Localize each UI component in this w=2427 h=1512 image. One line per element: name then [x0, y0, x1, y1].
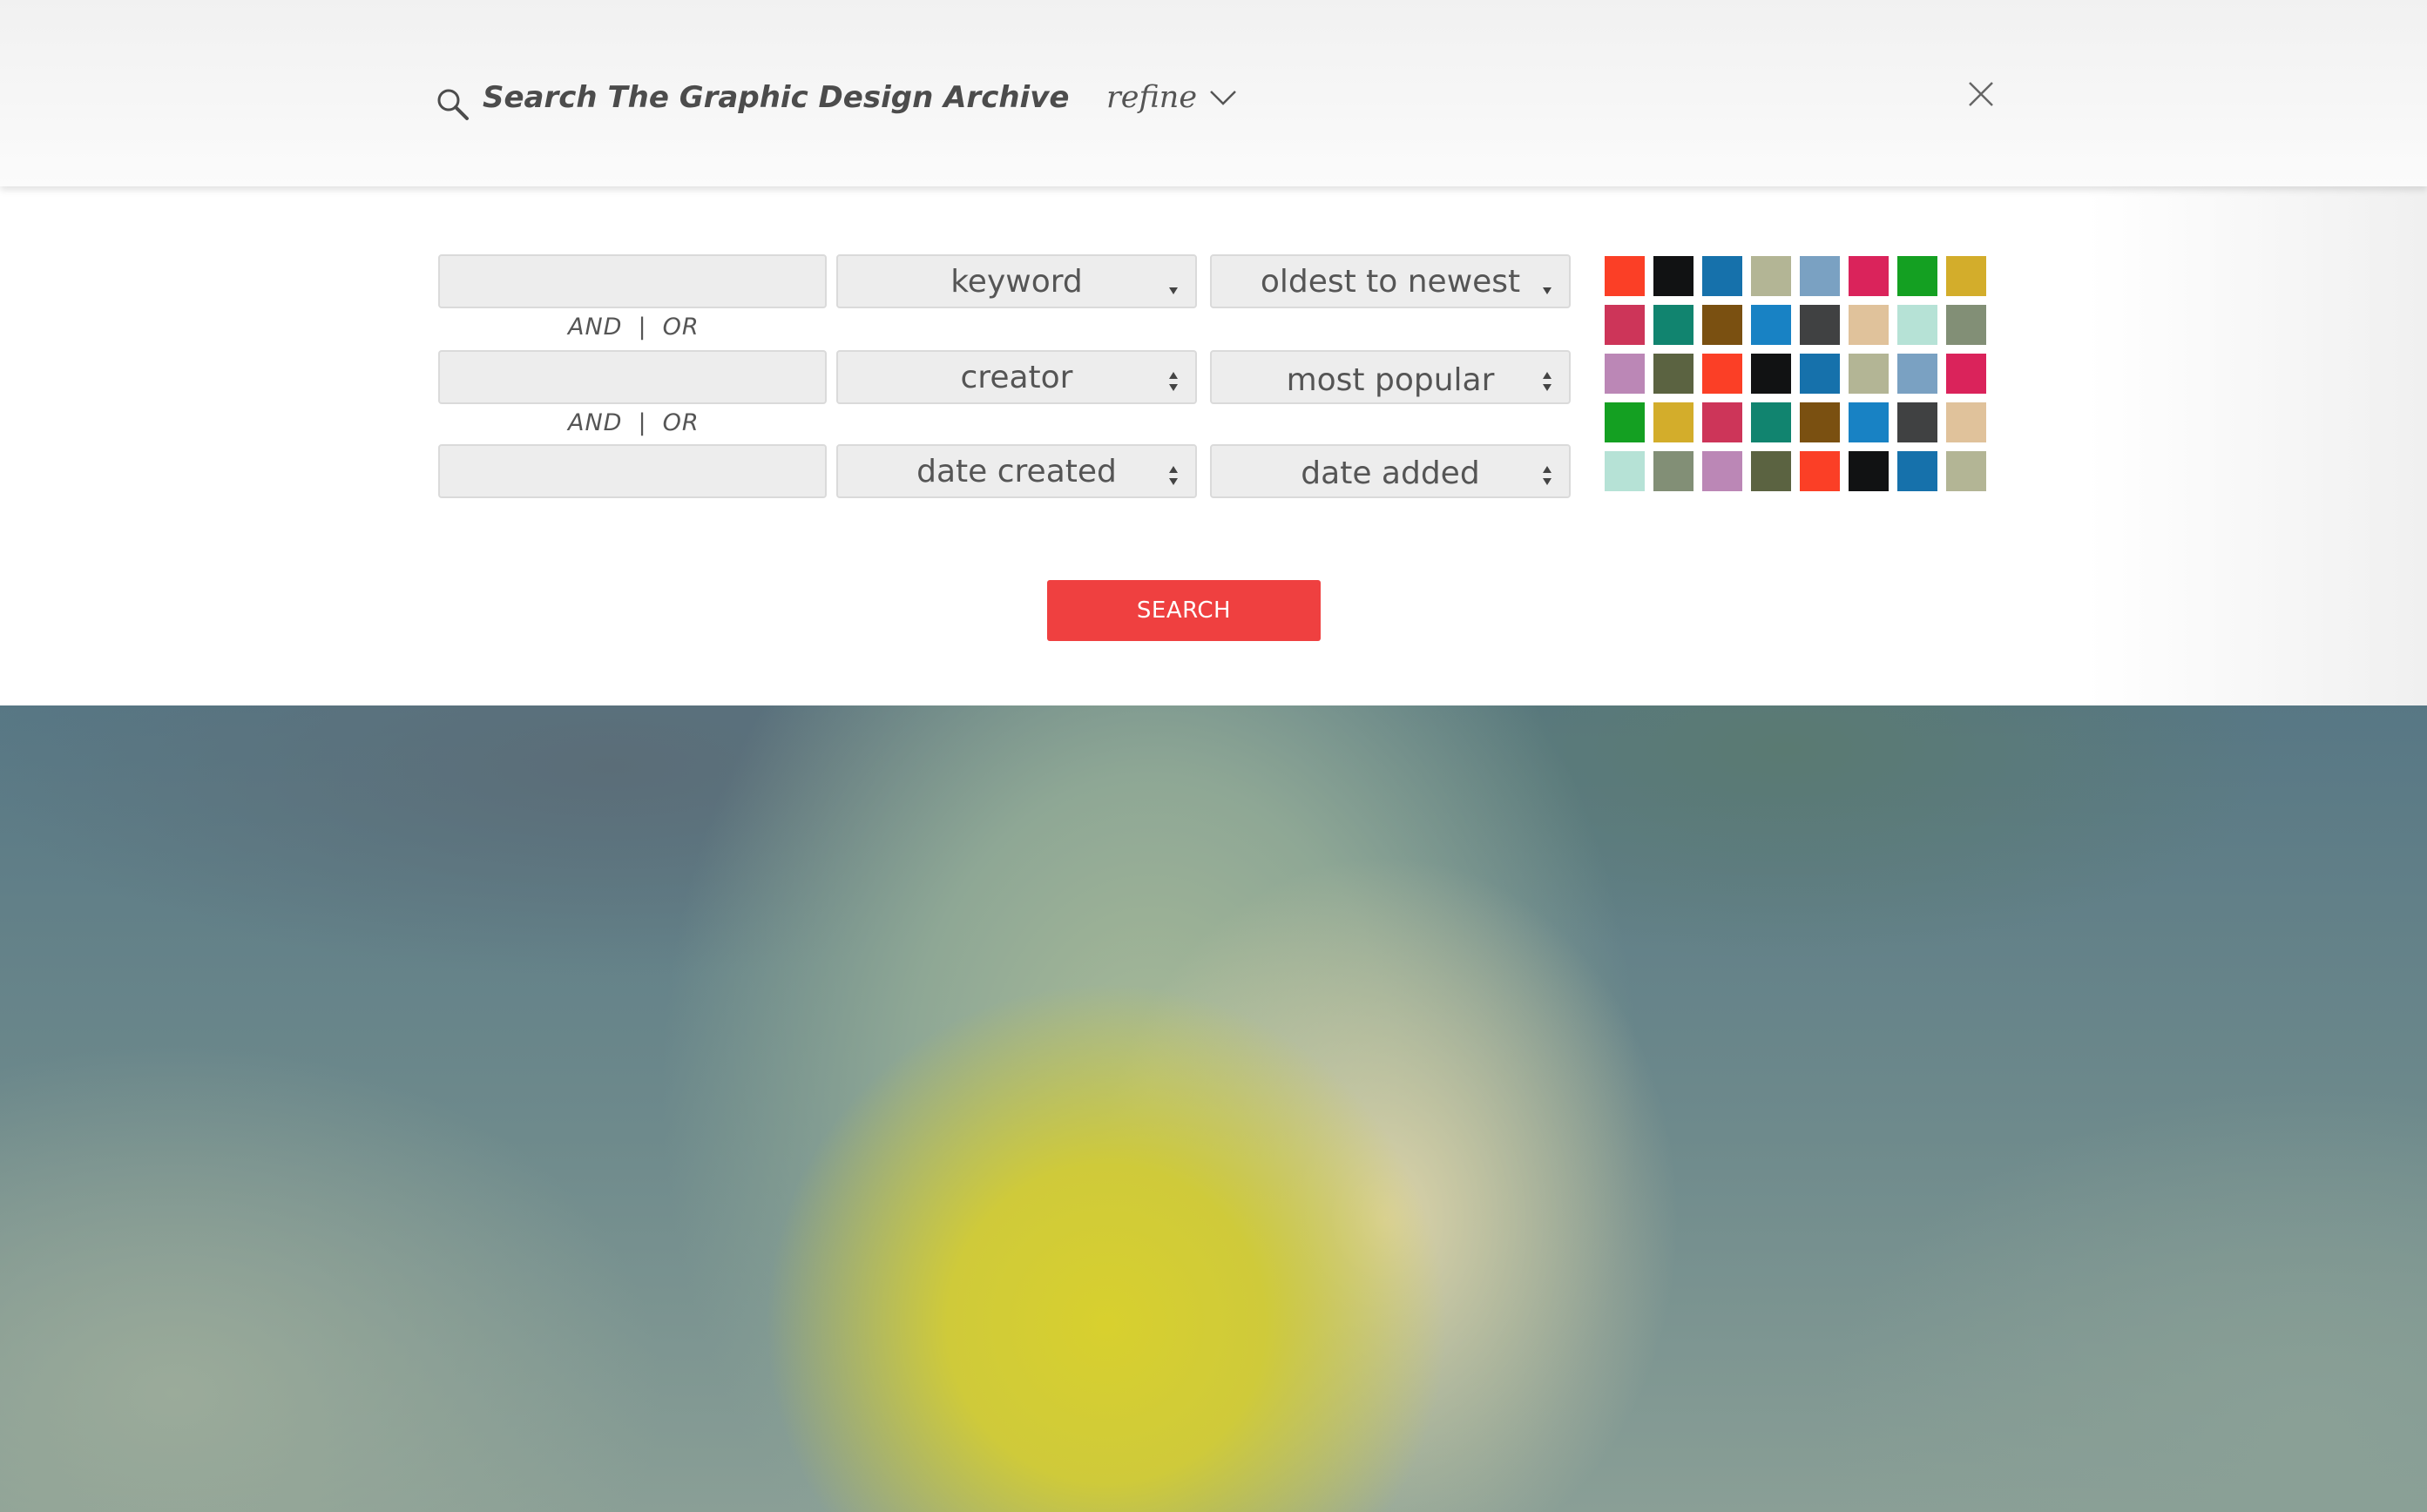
updown-arrow-icon	[1543, 372, 1552, 391]
color-swatch[interactable]	[1653, 256, 1693, 296]
color-swatch[interactable]	[1800, 305, 1840, 345]
field-select-2[interactable]: creator	[836, 350, 1197, 404]
color-swatch[interactable]	[1897, 305, 1937, 345]
color-swatch[interactable]	[1800, 451, 1840, 491]
color-swatch[interactable]	[1849, 305, 1889, 345]
color-swatch[interactable]	[1751, 354, 1791, 394]
color-swatch[interactable]	[1605, 451, 1645, 491]
color-swatch[interactable]	[1653, 305, 1693, 345]
color-swatch[interactable]	[1702, 305, 1742, 345]
color-swatch[interactable]	[1751, 402, 1791, 442]
color-swatch[interactable]	[1702, 256, 1742, 296]
updown-arrow-icon	[1169, 372, 1178, 391]
color-swatch[interactable]	[1653, 354, 1693, 394]
sort-select-1[interactable]: oldest to newest	[1210, 254, 1571, 308]
color-swatch[interactable]	[1653, 402, 1693, 442]
search-button[interactable]: SEARCH	[1047, 580, 1321, 641]
color-swatch[interactable]	[1897, 451, 1937, 491]
chevron-down-icon	[1210, 91, 1236, 105]
color-swatch[interactable]	[1605, 354, 1645, 394]
color-swatch[interactable]	[1849, 451, 1889, 491]
color-swatch[interactable]	[1897, 256, 1937, 296]
color-swatch[interactable]	[1946, 305, 1986, 345]
color-swatch[interactable]	[1605, 305, 1645, 345]
color-swatch[interactable]	[1751, 451, 1791, 491]
color-swatch[interactable]	[1849, 256, 1889, 296]
dropdown-arrow-icon	[1543, 287, 1552, 294]
color-swatch[interactable]	[1702, 451, 1742, 491]
search-term-input-1[interactable]	[438, 254, 827, 308]
field-select-1-value: keyword	[950, 263, 1083, 300]
boolean-connector-1: AND | OR	[568, 314, 700, 341]
search-term-input-2[interactable]	[438, 350, 827, 404]
connector-separator: |	[638, 314, 647, 341]
or-toggle-2[interactable]: OR	[663, 409, 700, 436]
color-swatch[interactable]	[1751, 256, 1791, 296]
color-swatch[interactable]	[1800, 256, 1840, 296]
color-swatch[interactable]	[1653, 451, 1693, 491]
page: Search The Graphic Design Archive refine…	[0, 0, 2427, 1512]
color-swatch-grid	[1605, 256, 1986, 491]
color-swatch[interactable]	[1605, 402, 1645, 442]
color-swatch[interactable]	[1946, 402, 1986, 442]
color-swatch[interactable]	[1702, 354, 1742, 394]
color-swatch[interactable]	[1946, 451, 1986, 491]
sort-select-3[interactable]: date added	[1210, 444, 1571, 498]
and-toggle-1[interactable]: AND	[568, 314, 622, 341]
updown-arrow-icon	[1543, 466, 1552, 485]
color-swatch[interactable]	[1849, 402, 1889, 442]
sort-select-1-value: oldest to newest	[1260, 263, 1521, 300]
and-toggle-2[interactable]: AND	[568, 409, 622, 436]
refine-label: refine	[1106, 80, 1198, 115]
search-title[interactable]: Search The Graphic Design Archive	[483, 80, 1069, 115]
close-icon[interactable]	[1967, 80, 1995, 108]
color-swatch[interactable]	[1751, 305, 1791, 345]
connector-separator: |	[638, 409, 647, 436]
color-swatch[interactable]	[1800, 354, 1840, 394]
boolean-connector-2: AND | OR	[568, 409, 700, 436]
or-toggle-1[interactable]: OR	[663, 314, 700, 341]
sort-select-2[interactable]: most popular	[1210, 350, 1571, 404]
field-select-3-value: date created	[916, 453, 1117, 489]
dropdown-arrow-icon	[1169, 287, 1178, 294]
color-swatch[interactable]	[1897, 354, 1937, 394]
color-swatch[interactable]	[1946, 256, 1986, 296]
search-header: Search The Graphic Design Archive refine	[0, 0, 2427, 186]
color-swatch[interactable]	[1605, 256, 1645, 296]
refine-panel: keyword oldest to newest AND | OR creator …	[0, 186, 2427, 705]
color-swatch[interactable]	[1897, 402, 1937, 442]
field-select-2-value: creator	[960, 359, 1073, 395]
color-swatch[interactable]	[1946, 354, 1986, 394]
sort-select-2-value: most popular	[1286, 361, 1495, 398]
color-swatch[interactable]	[1849, 354, 1889, 394]
color-swatch[interactable]	[1702, 402, 1742, 442]
updown-arrow-icon	[1169, 466, 1178, 485]
sort-select-3-value: date added	[1301, 455, 1480, 491]
field-select-3[interactable]: date created	[836, 444, 1197, 498]
search-term-input-3[interactable]	[438, 444, 827, 498]
refine-toggle[interactable]: refine	[1106, 80, 1237, 115]
search-icon	[437, 89, 469, 120]
field-select-1[interactable]: keyword	[836, 254, 1197, 308]
color-swatch[interactable]	[1800, 402, 1840, 442]
